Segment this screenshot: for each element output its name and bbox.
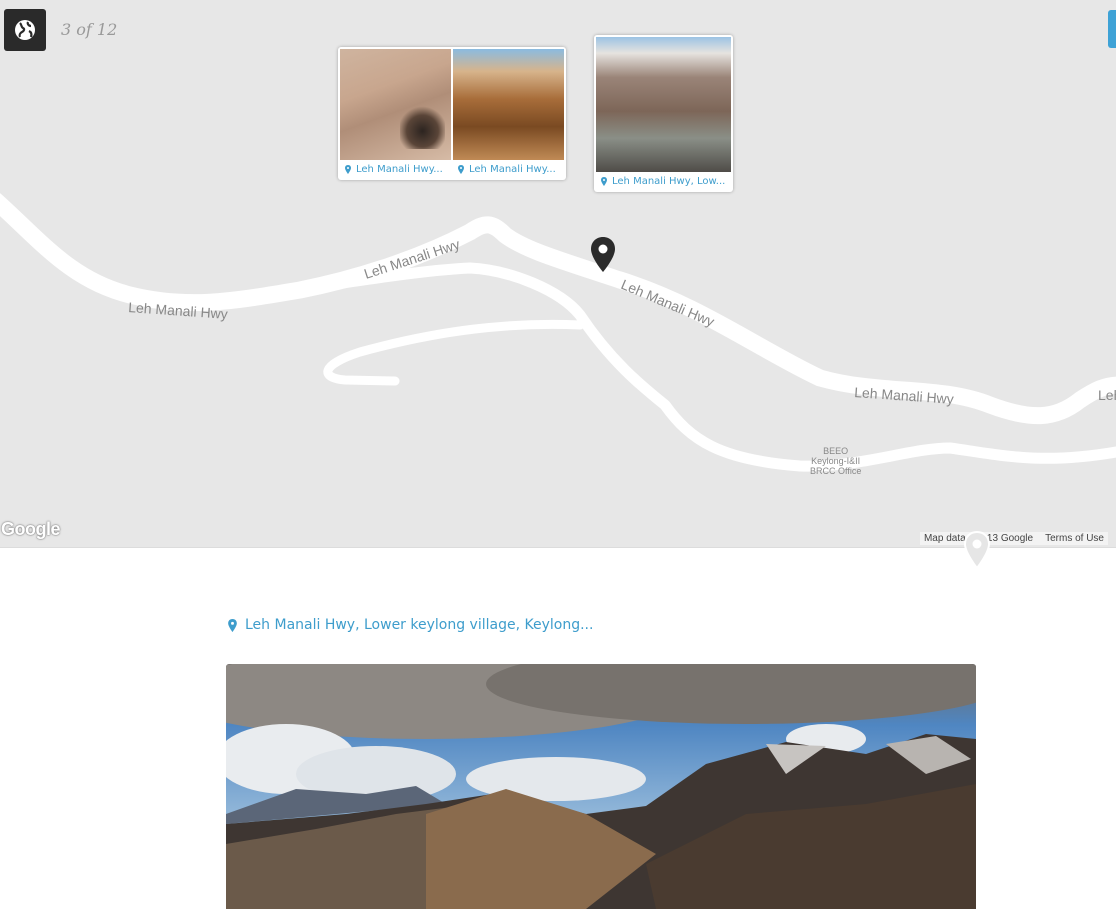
thumbnail-image <box>340 49 451 160</box>
map[interactable]: Leh Manali Hwy Leh Manali Hwy Leh Manali… <box>0 0 1116 548</box>
location-pin-icon <box>601 177 607 186</box>
location-pin-icon <box>345 165 351 174</box>
thumbnail-caption[interactable]: Leh Manali Hwy, Low... <box>596 172 731 190</box>
location-marker-icon <box>963 530 991 570</box>
globe-icon <box>15 20 35 40</box>
photo-thumbnail[interactable]: Leh Manali Hwy, Low... <box>596 37 731 190</box>
location-text: Leh Manali Hwy, Lower keylong village, K… <box>245 617 594 633</box>
location-link[interactable]: Leh Manali Hwy, Lower keylong village, K… <box>228 617 593 633</box>
photo-thumbnail[interactable]: Leh Manali Hwy... <box>340 49 451 178</box>
photo-cluster-1[interactable]: Leh Manali Hwy... Leh Manali Hwy... <box>338 47 566 180</box>
caption-text: Leh Manali Hwy, Low... <box>612 176 726 187</box>
photo-thumbnail[interactable]: Leh Manali Hwy... <box>453 49 564 178</box>
thumbnail-caption[interactable]: Leh Manali Hwy... <box>340 160 451 178</box>
caption-text: Leh Manali Hwy... <box>356 164 443 175</box>
location-pin-icon <box>228 618 237 632</box>
side-panel-tab[interactable] <box>1108 10 1116 48</box>
google-logo: Google <box>1 519 61 539</box>
thumbnail-caption[interactable]: Leh Manali Hwy... <box>453 160 564 178</box>
thumbnail-image <box>596 37 731 172</box>
location-pin-icon <box>458 165 464 174</box>
landscape-photo <box>226 664 976 909</box>
map-marker-icon[interactable] <box>590 236 616 274</box>
terms-of-use-link[interactable]: Terms of Use <box>1045 533 1104 544</box>
globe-button[interactable] <box>4 9 46 51</box>
map-attribution: Map data ©2013 Google Terms of Use <box>919 532 1108 545</box>
caption-text: Leh Manali Hwy... <box>469 164 556 175</box>
photo-counter: 3 of 12 <box>61 20 118 39</box>
road-label-3: Leh Manali Hwy <box>619 276 717 330</box>
photo-cluster-2[interactable]: Leh Manali Hwy, Low... <box>594 35 733 192</box>
place-label: BEEO Keylong-I&II BRCC Office <box>810 446 862 476</box>
main-photo[interactable] <box>226 664 976 909</box>
thumbnail-image <box>453 49 564 160</box>
road-label-5: Leh <box>1098 387 1116 403</box>
